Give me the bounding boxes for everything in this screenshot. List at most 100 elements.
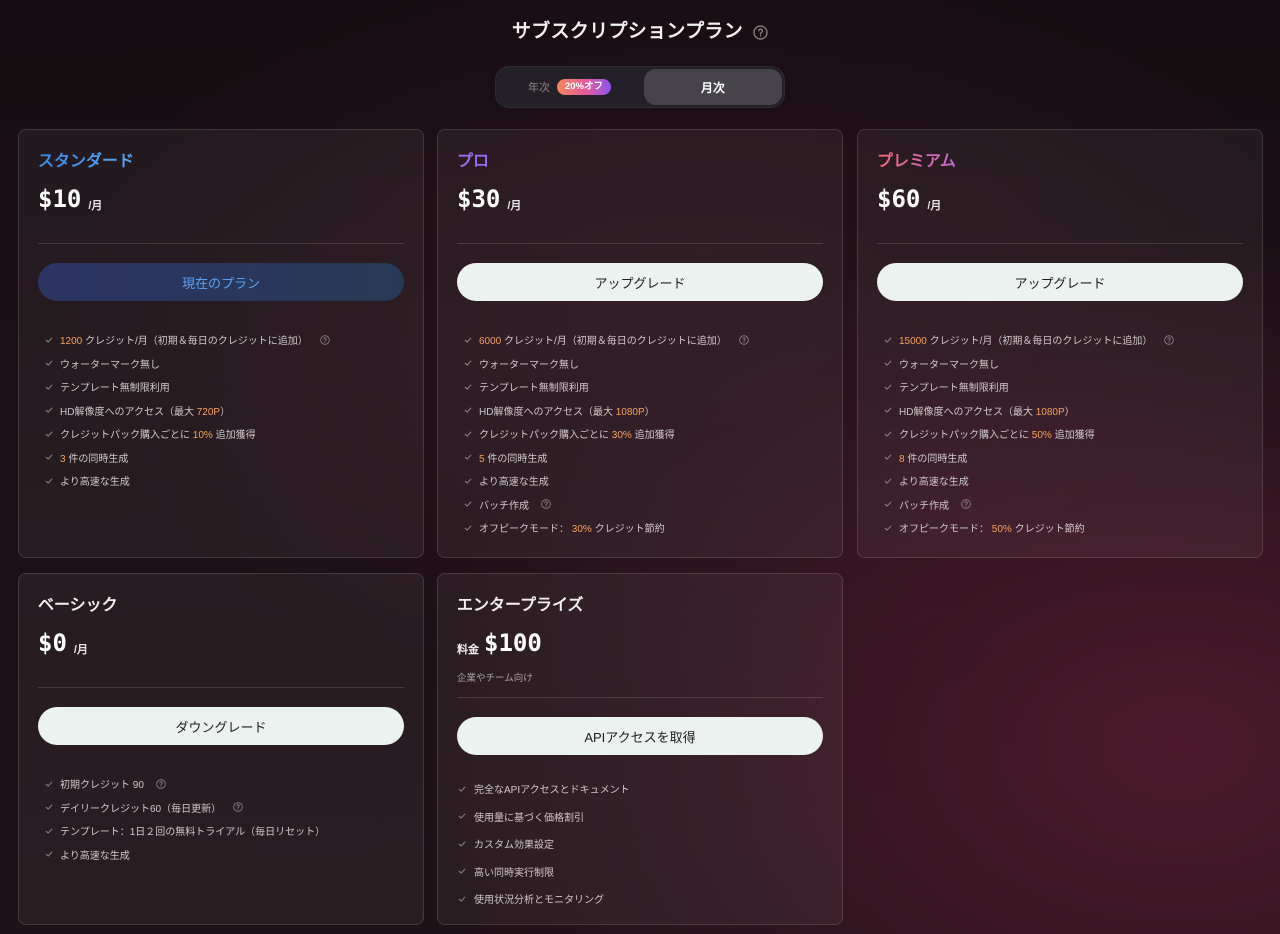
question-circle-icon[interactable]: [541, 499, 551, 509]
feature-text: 完全なAPIアクセスとドキュメント: [474, 785, 630, 797]
plan-price: $10: [38, 185, 82, 213]
feature-text-lead: HD解像度へのアクセス（最大: [479, 406, 616, 418]
plan-subtitle: 企業やチーム向け: [457, 673, 533, 684]
feature-item: より高速な生成: [884, 469, 1243, 493]
feature-text-rest: クレジット/月（初期＆毎日のクレジットに追加）: [82, 336, 308, 348]
feature-text-lead: オフピークモード：: [899, 524, 992, 536]
upgrade-button[interactable]: アップグレード: [457, 263, 823, 301]
feature-text-rest: 追加獲得: [212, 430, 256, 442]
check-icon: [45, 850, 53, 858]
check-icon: [45, 430, 53, 438]
plan-card-basic: ベーシック $0 /月 ダウングレード 初期クレジット 90 デイリークレジット…: [18, 573, 424, 925]
question-circle-icon[interactable]: [233, 802, 243, 812]
feature-item: テンプレート：1日２回の無料トライアル（毎日リセット）: [45, 819, 404, 843]
feature-text-rest: ）: [644, 406, 655, 418]
billing-yearly-option[interactable]: 年次 20%オフ: [498, 69, 641, 105]
feature-text-rest: 追加獲得: [1051, 430, 1095, 442]
feature-text: クレジットパック購入ごとに 30% 追加獲得: [479, 426, 675, 441]
check-icon: [464, 336, 472, 344]
feature-item: バッチ作成: [464, 493, 823, 517]
check-icon: [45, 827, 53, 835]
billing-monthly-option[interactable]: 月次: [644, 69, 782, 105]
feature-item: ウォーターマーク無し: [884, 352, 1243, 376]
page-header: サブスクリプションプラン: [0, 20, 1280, 44]
feature-item: 6000 クレジット/月（初期＆毎日のクレジットに追加）: [464, 328, 823, 352]
check-icon: [458, 785, 466, 793]
price-period: /月: [507, 200, 522, 212]
feature-item: 完全なAPIアクセスとドキュメント: [458, 775, 823, 803]
get-api-access-button[interactable]: APIアクセスを取得: [457, 717, 823, 755]
feature-text-rest: 件の同時生成: [484, 453, 548, 465]
feature-highlight: 15000: [899, 336, 927, 348]
feature-item: テンプレート無制限利用: [45, 375, 404, 399]
feature-text: より高速な生成: [899, 477, 969, 489]
feature-item: HD解像度へのアクセス（最大 1080P）: [884, 399, 1243, 423]
feature-text: 15000 クレジット/月（初期＆毎日のクレジットに追加）: [899, 332, 1152, 347]
feature-list: 6000 クレジット/月（初期＆毎日のクレジットに追加） ウォーターマーク無し …: [457, 328, 823, 540]
check-icon: [884, 383, 892, 391]
feature-item: ウォーターマーク無し: [45, 352, 404, 376]
question-circle-icon[interactable]: [320, 335, 330, 345]
check-icon: [884, 430, 892, 438]
feature-item: クレジットパック購入ごとに 50% 追加獲得: [884, 422, 1243, 446]
check-icon: [45, 383, 53, 391]
plan-name: ベーシック: [38, 597, 118, 614]
divider: [457, 243, 823, 244]
price-row: 料金 $100: [457, 629, 823, 657]
downgrade-button[interactable]: ダウングレード: [38, 707, 404, 745]
feature-text-rest: ）: [220, 406, 231, 418]
current-plan-button[interactable]: 現在のプラン: [38, 263, 404, 301]
feature-highlight: 30%: [611, 430, 632, 442]
plan-name: エンタープライズ: [457, 597, 584, 614]
feature-highlight: 1080P: [615, 406, 645, 418]
plan-name: スタンダード: [38, 151, 134, 173]
plan-card-premium: プレミアム $60 /月 アップグレード 15000 クレジット/月（初期＆毎日…: [857, 129, 1263, 558]
feature-text-lead: クレジットパック購入ごとに: [899, 430, 1032, 442]
feature-item: 初期クレジット 90: [45, 772, 404, 796]
feature-item: クレジットパック購入ごとに 10% 追加獲得: [45, 422, 404, 446]
plan-card-standard: スタンダード $10 /月 現在のプラン 1200 クレジット/月（初期＆毎日の…: [18, 129, 424, 558]
question-circle-icon[interactable]: [156, 779, 166, 789]
feature-text-rest: 件の同時生成: [904, 453, 968, 465]
feature-item: オフピークモード： 50% クレジット節約: [884, 516, 1243, 540]
feature-text: オフピークモード： 50% クレジット節約: [899, 520, 1085, 535]
price-period: /月: [927, 200, 942, 212]
feature-text: 8 件の同時生成: [899, 450, 967, 465]
check-icon: [464, 453, 472, 461]
feature-highlight: 30%: [571, 524, 592, 536]
feature-text-rest: クレジット/月（初期＆毎日のクレジットに追加）: [501, 336, 727, 348]
feature-text: より高速な生成: [479, 477, 549, 489]
check-icon: [45, 477, 53, 485]
price-prefix: 料金: [457, 644, 479, 656]
check-icon: [464, 477, 472, 485]
feature-item: オフピークモード： 30% クレジット節約: [464, 516, 823, 540]
plan-price: $30: [457, 185, 501, 213]
feature-item: 1200 クレジット/月（初期＆毎日のクレジットに追加）: [45, 328, 404, 352]
divider: [877, 243, 1243, 244]
check-icon: [884, 524, 892, 532]
feature-text-lead: クレジットパック購入ごとに: [60, 430, 193, 442]
feature-highlight: 720P: [196, 406, 221, 418]
feature-text-lead: HD解像度へのアクセス（最大: [899, 406, 1036, 418]
check-icon: [884, 500, 892, 508]
question-circle-icon[interactable]: [1164, 335, 1174, 345]
upgrade-button[interactable]: アップグレード: [877, 263, 1243, 301]
feature-text: クレジットパック購入ごとに 50% 追加獲得: [899, 426, 1095, 441]
question-circle-icon[interactable]: [739, 335, 749, 345]
question-circle-icon[interactable]: [961, 499, 971, 509]
feature-text: HD解像度へのアクセス（最大 720P）: [60, 403, 230, 418]
plan-card-pro: プロ $30 /月 アップグレード 6000 クレジット/月（初期＆毎日のクレジ…: [437, 129, 843, 558]
plan-price: $60: [877, 185, 921, 213]
price-row: $60 /月: [877, 185, 1243, 213]
check-icon: [884, 453, 892, 461]
feature-text: オフピークモード： 30% クレジット節約: [479, 520, 665, 535]
check-icon: [45, 780, 53, 788]
check-icon: [45, 406, 53, 414]
feature-text: HD解像度へのアクセス（最大 1080P）: [479, 403, 655, 418]
page-title: サブスクリプションプラン: [511, 21, 744, 42]
billing-yearly-label: 年次: [527, 82, 550, 94]
question-circle-icon[interactable]: [753, 25, 768, 40]
feature-text: 1200 クレジット/月（初期＆毎日のクレジットに追加）: [60, 332, 308, 347]
feature-item: 高い同時実行制限: [458, 858, 823, 886]
feature-text-lead: HD解像度へのアクセス（最大: [60, 406, 197, 418]
